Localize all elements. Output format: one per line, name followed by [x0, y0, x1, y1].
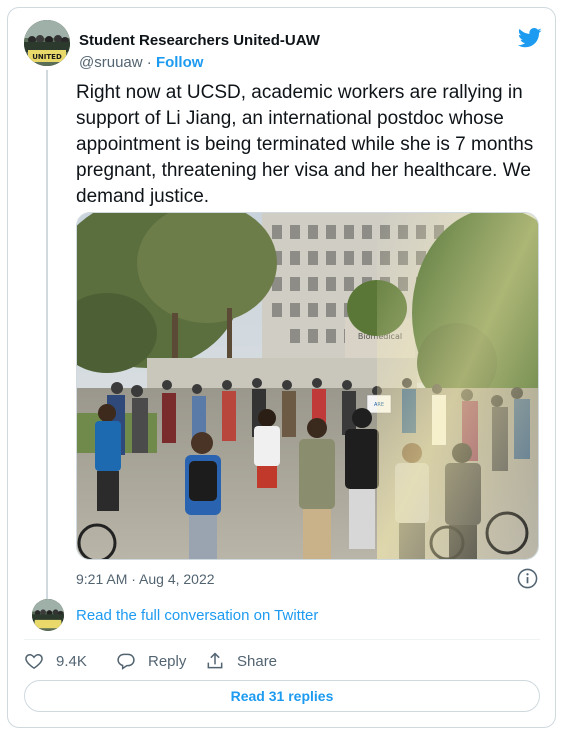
tweet-header: UNITED Student Researchers United-UAW @s… — [24, 20, 542, 72]
account-handle-line: @sruuaw · Follow — [79, 54, 203, 71]
tweet-photo[interactable]: Biomedical — [76, 212, 539, 560]
like-button[interactable]: 9.4K — [24, 650, 87, 672]
svg-text:UNITED: UNITED — [32, 53, 62, 61]
twitter-bird-icon[interactable] — [518, 28, 542, 48]
read-replies-button[interactable]: Read 31 replies — [24, 680, 540, 712]
account-display-name[interactable]: Student Researchers United-UAW — [79, 32, 320, 49]
share-label: Share — [237, 652, 278, 670]
reply-button[interactable]: Reply — [116, 650, 186, 672]
action-bar: 9.4K Reply Share — [24, 650, 540, 674]
handle-separator: · — [142, 54, 156, 71]
tweet-text: Right now at UCSD, academic workers are … — [76, 82, 534, 207]
conversation-avatar[interactable] — [32, 599, 64, 631]
tweet-card: UNITED Student Researchers United-UAW @s… — [7, 7, 556, 728]
heart-icon — [25, 653, 43, 669]
like-count: 9.4K — [56, 652, 87, 670]
info-icon[interactable] — [517, 568, 538, 589]
account-handle[interactable]: @sruuaw — [79, 54, 143, 71]
conversation-row: Read the full conversation on Twitter — [32, 599, 542, 633]
share-upload-icon — [207, 652, 223, 669]
share-button[interactable]: Share — [205, 650, 277, 672]
follow-button[interactable]: Follow — [156, 54, 204, 71]
tweet-timestamp[interactable]: 9:21 AM · Aug 4, 2022 — [76, 571, 215, 587]
divider — [24, 639, 540, 640]
account-avatar[interactable]: UNITED — [24, 20, 70, 66]
speech-bubble-icon — [117, 653, 135, 670]
reply-label: Reply — [148, 652, 187, 670]
thread-line — [46, 70, 48, 602]
read-full-conversation-link[interactable]: Read the full conversation on Twitter — [76, 607, 318, 624]
